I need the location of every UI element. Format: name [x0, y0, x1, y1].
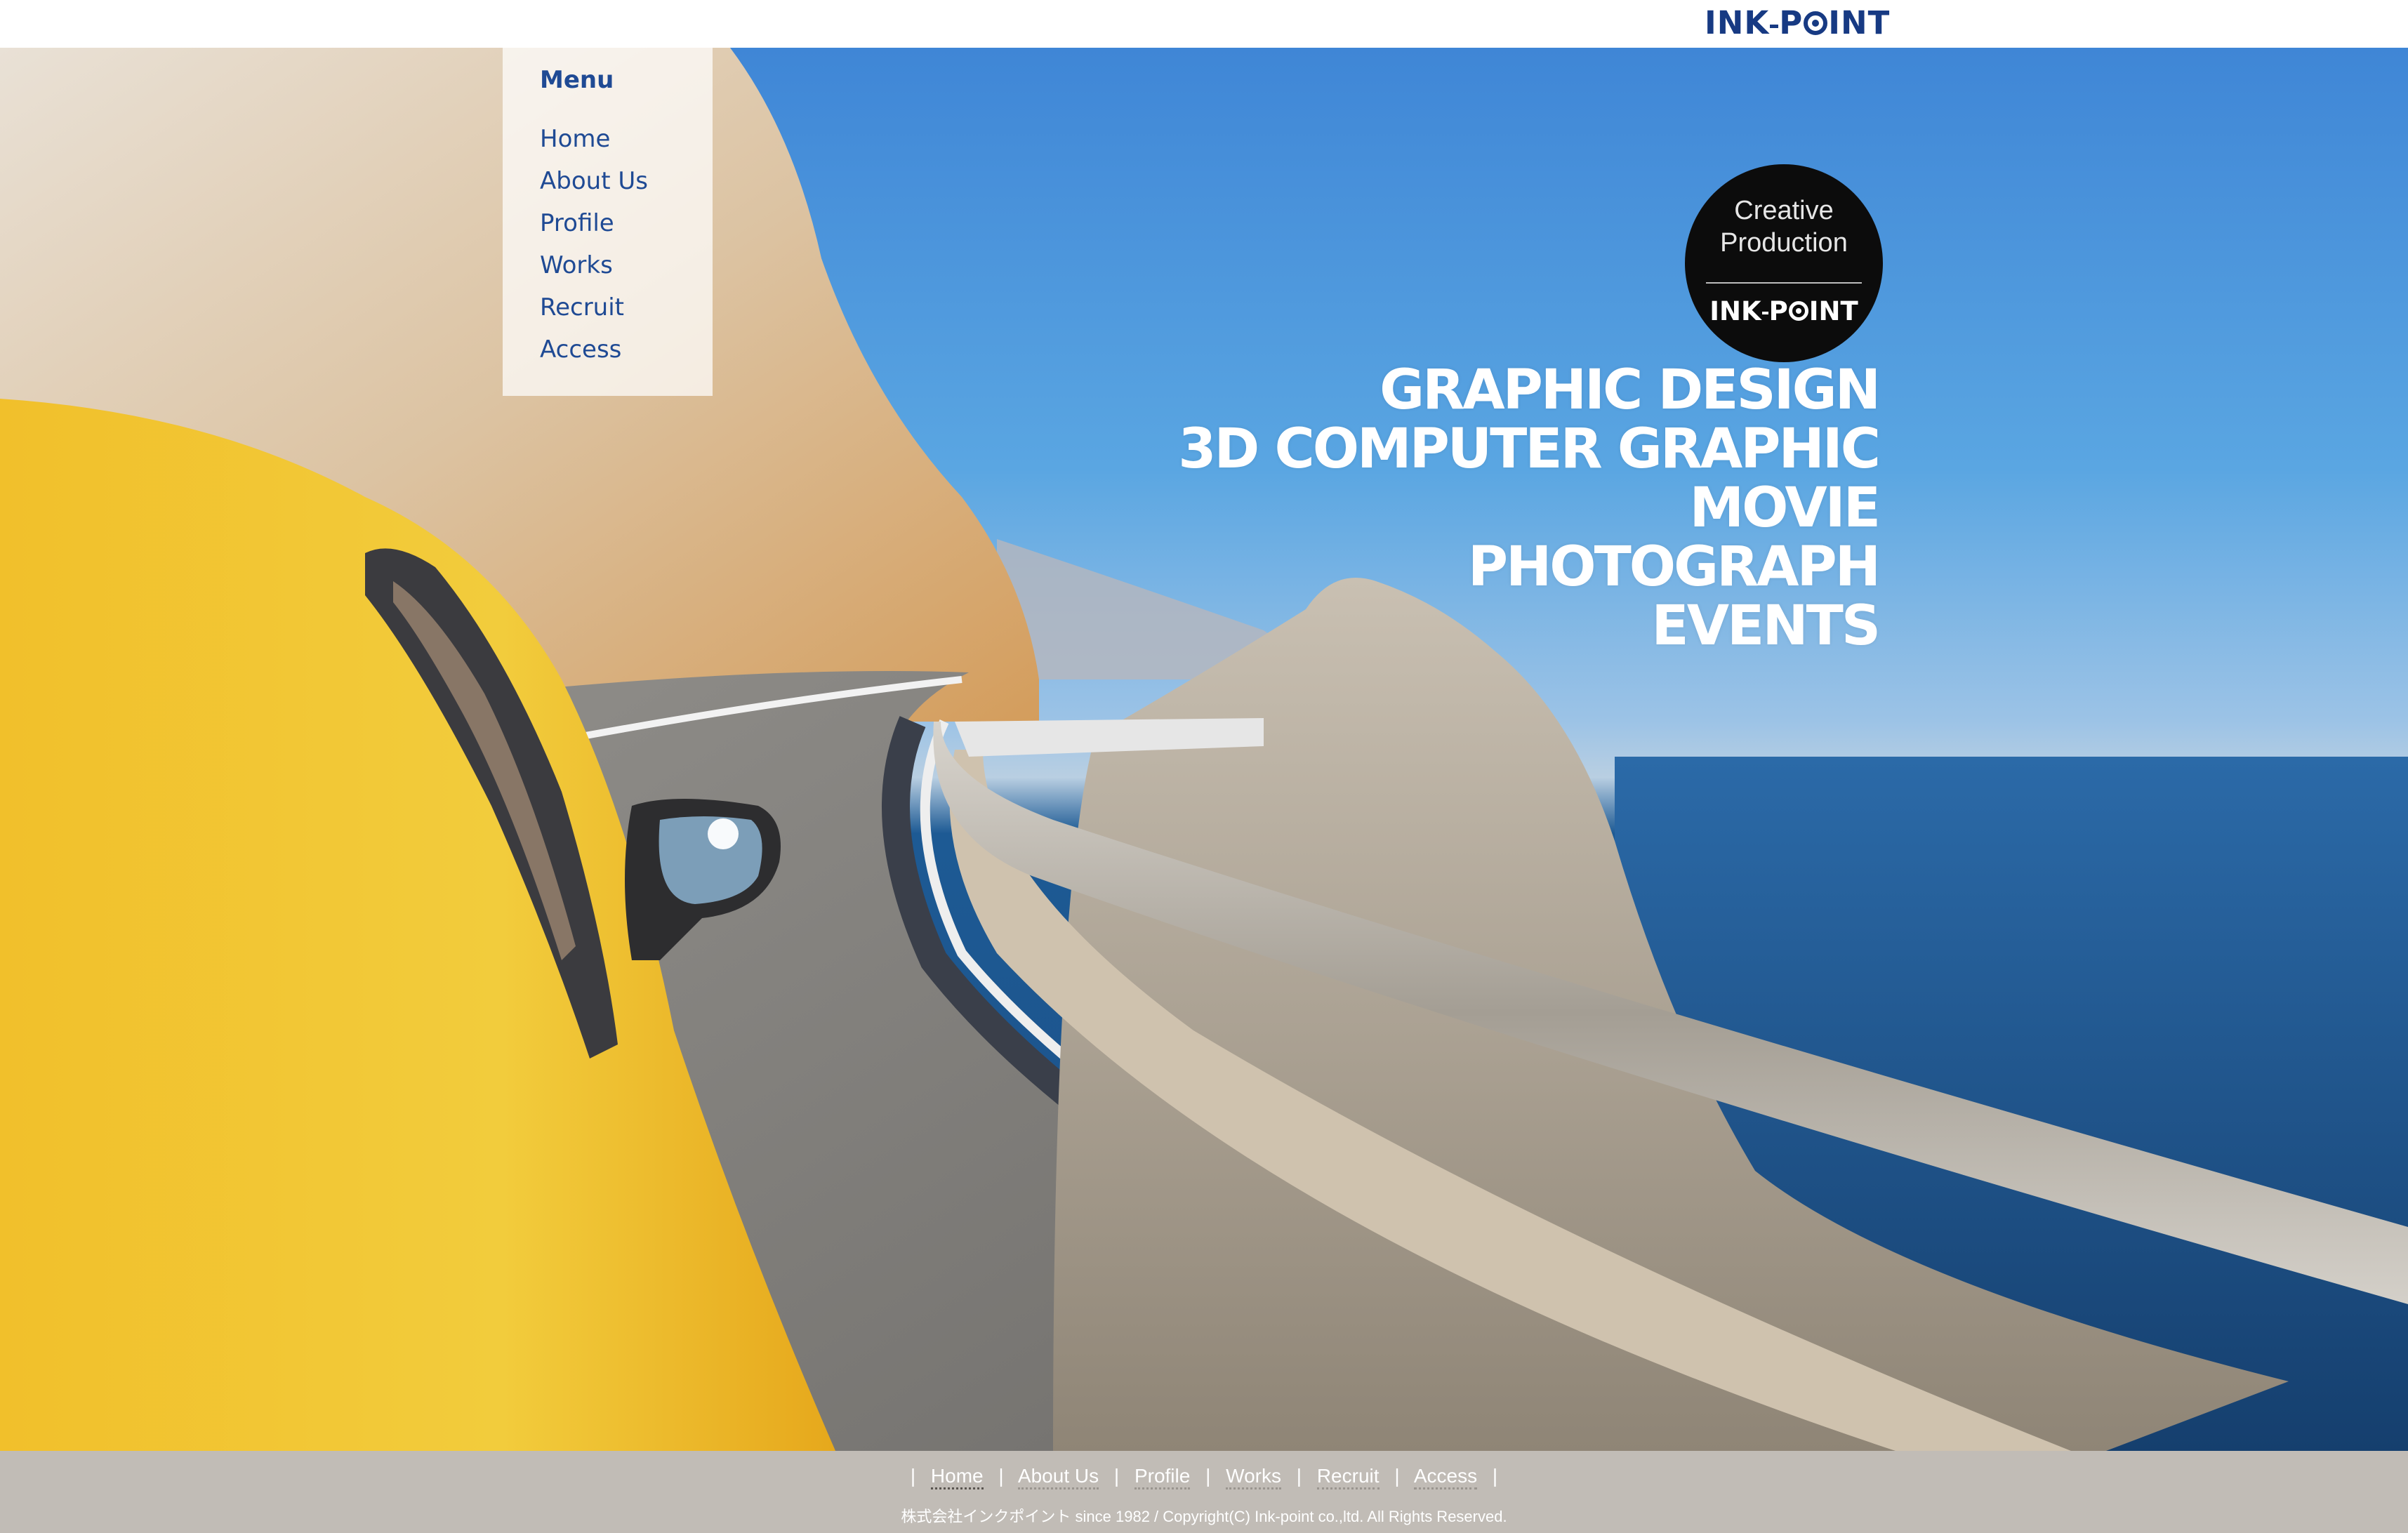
footer-separator: | — [998, 1465, 1004, 1487]
badge-line-creative: Creative — [1734, 196, 1834, 225]
menu-title: Menu — [540, 66, 614, 94]
menu-item-profile: Profile — [540, 208, 648, 250]
badge-logo-letter-p: P — [1768, 296, 1788, 326]
menu-link-home[interactable]: Home — [540, 125, 610, 153]
logo-text-int: INT — [1828, 4, 1891, 41]
menu-link-recruit[interactable]: Recruit — [540, 293, 624, 321]
badge-line-production: Production — [1720, 228, 1848, 258]
footer-link-works[interactable]: Works — [1226, 1465, 1281, 1489]
hero-illustration — [0, 48, 2408, 1451]
service-3d-cg: 3D COMPUTER GRAPHIC — [1178, 418, 1881, 481]
footer-link-recruit[interactable]: Recruit — [1316, 1465, 1380, 1489]
service-graphic-design: GRAPHIC DESIGN — [1380, 359, 1881, 422]
footer-link-access[interactable]: Access — [1413, 1465, 1478, 1489]
footer-link-profile[interactable]: Profile — [1134, 1465, 1191, 1489]
service-movie: MOVIE — [1689, 477, 1881, 540]
side-menu: Menu Home About Us Profile Works Recruit… — [503, 48, 713, 396]
logo-target-icon — [1804, 11, 1828, 35]
logo-dash — [1770, 24, 1779, 28]
service-events: EVENTS — [1651, 595, 1881, 658]
footer-separator: | — [1394, 1465, 1400, 1487]
services-list: GRAPHIC DESIGN 3D COMPUTER GRAPHIC MOVIE… — [1178, 359, 1881, 658]
footer-link-about-us[interactable]: About Us — [1017, 1465, 1099, 1489]
hero-image: Creative Production INK P INT GRAPHIC DESI… — [0, 48, 2408, 1451]
footer-separator: | — [1492, 1465, 1498, 1487]
menu-list: Home About Us Profile Works Recruit Acce… — [540, 124, 648, 376]
footer-nav: | Home | About Us | Profile | Works | Re… — [0, 1465, 2408, 1489]
footer-link-home[interactable]: Home — [930, 1465, 984, 1489]
menu-item-access: Access — [540, 334, 648, 376]
badge-target-icon — [1788, 301, 1808, 321]
menu-link-about-us[interactable]: About Us — [540, 167, 648, 195]
badge-logo-dash — [1761, 312, 1768, 314]
copyright-text: 株式会社インクポイント since 1982 / Copyright(C) In… — [901, 1508, 1507, 1525]
menu-link-access[interactable]: Access — [540, 336, 621, 364]
badge-logo: INK P INT — [1685, 293, 1883, 328]
menu-link-works[interactable]: Works — [540, 251, 613, 279]
footer-separator: | — [910, 1465, 916, 1487]
site-logo[interactable]: INK P INT — [1705, 6, 1890, 41]
menu-link-profile[interactable]: Profile — [540, 209, 614, 237]
badge-logo-ink: INK — [1709, 296, 1761, 326]
footer-separator: | — [1205, 1465, 1211, 1487]
menu-item-home: Home — [540, 124, 648, 166]
menu-item-about: About Us — [540, 166, 648, 208]
site-header: INK P INT — [0, 0, 2408, 48]
badge-divider — [1706, 282, 1862, 284]
menu-item-recruit: Recruit — [540, 292, 648, 334]
badge-logo-int: INT — [1808, 296, 1858, 326]
logo-text-ink: INK — [1705, 4, 1770, 41]
sun-flare — [708, 818, 739, 849]
logo-letter-p: P — [1779, 4, 1804, 41]
footer-separator: | — [1296, 1465, 1302, 1487]
service-photograph: PHOTOGRAPH — [1467, 536, 1881, 599]
footer-separator: | — [1113, 1465, 1120, 1487]
menu-item-works: Works — [540, 250, 648, 292]
creative-production-badge: Creative Production INK P INT — [1685, 164, 1883, 362]
site-footer: | Home | About Us | Profile | Works | Re… — [0, 1451, 2408, 1533]
